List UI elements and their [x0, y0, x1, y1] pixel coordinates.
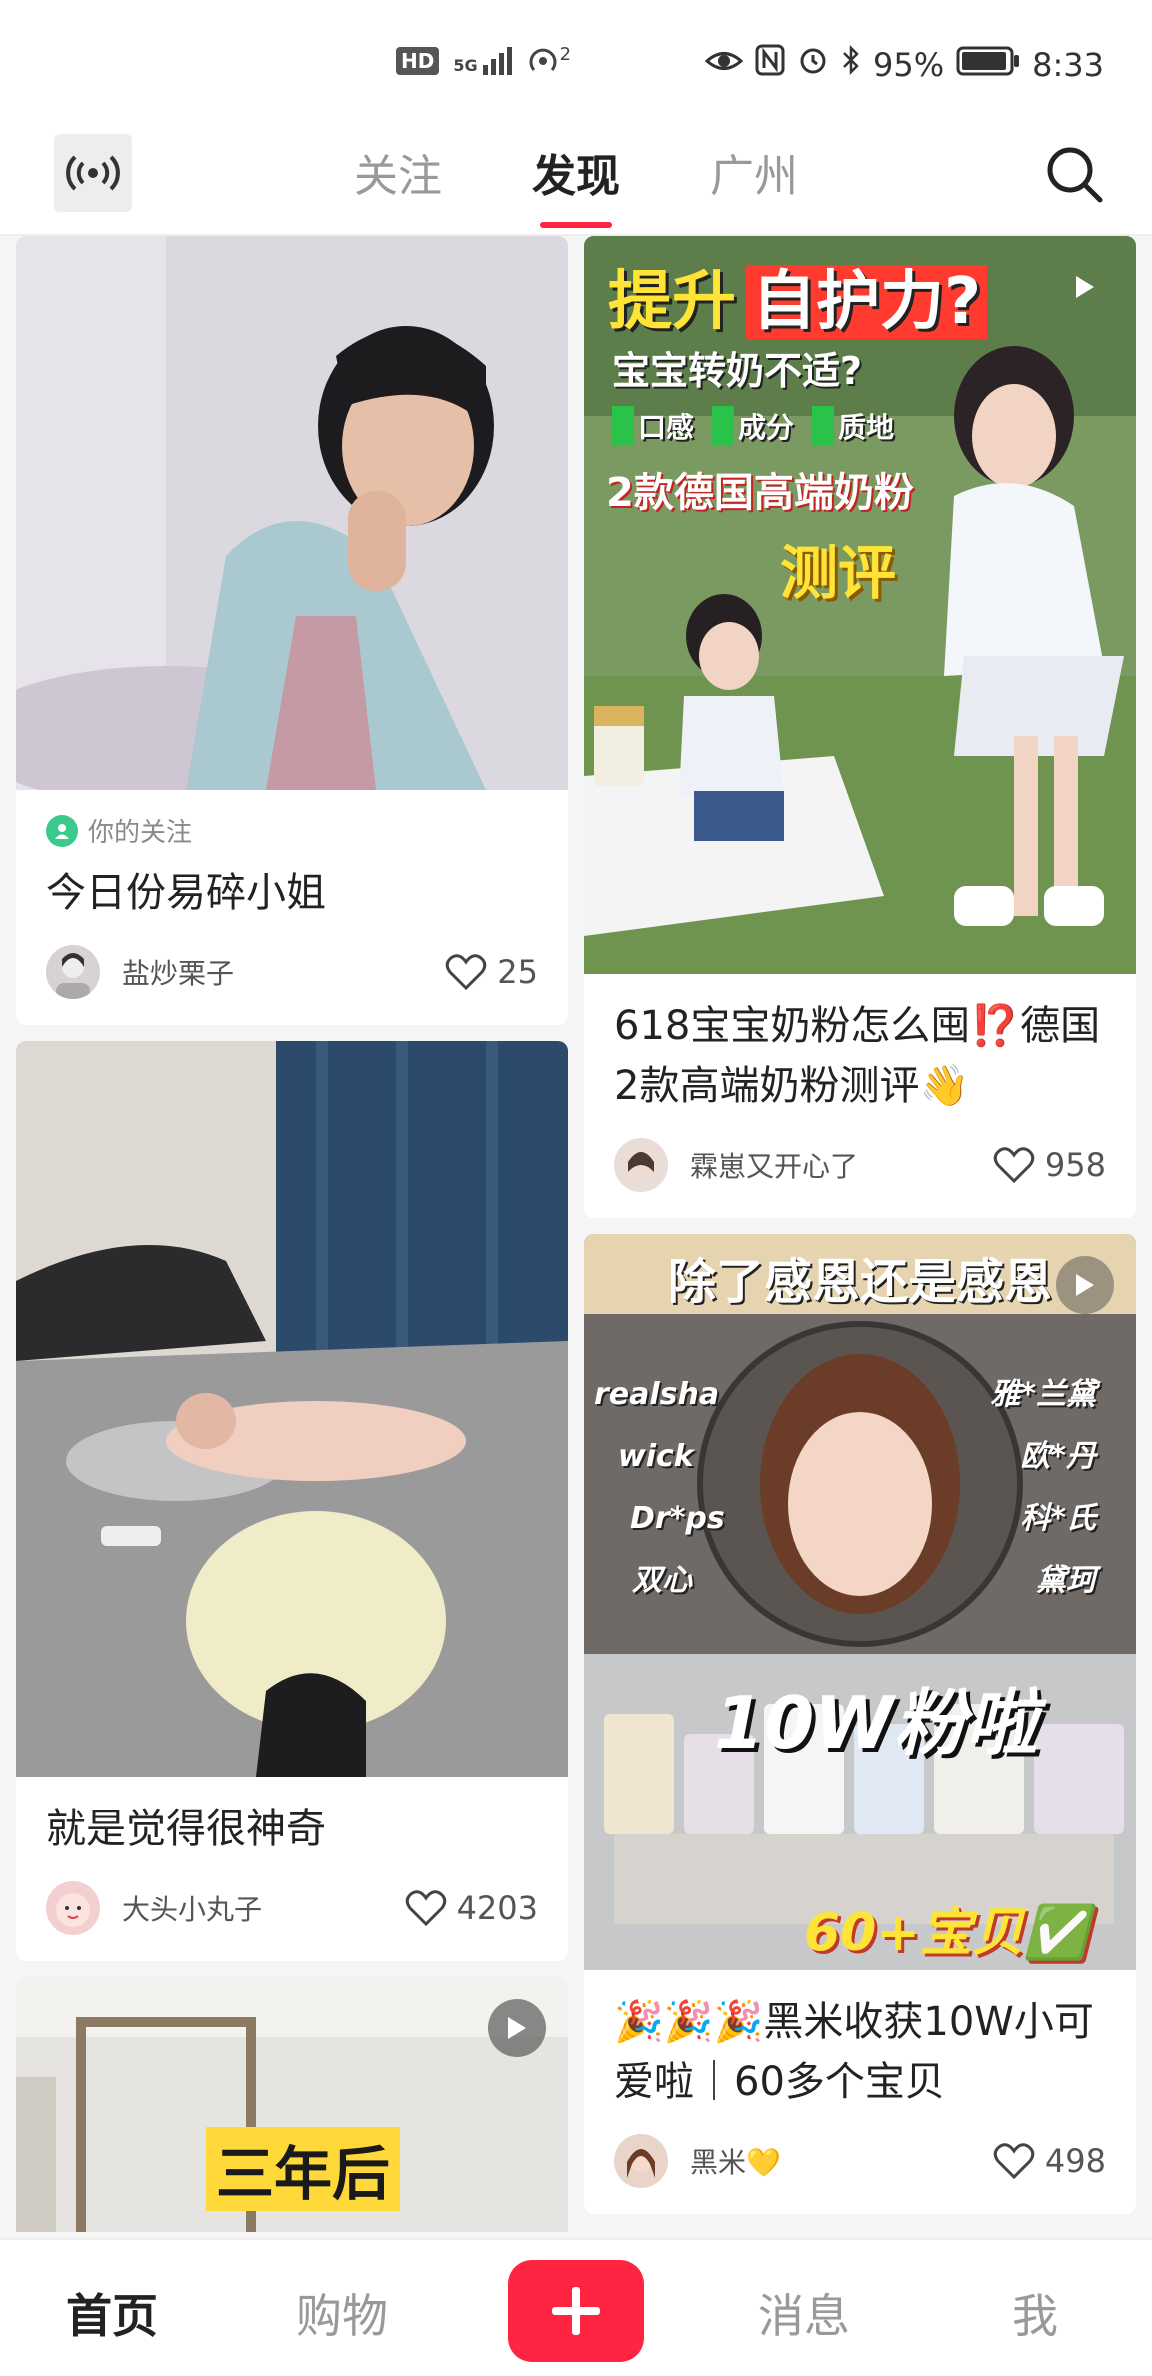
following-tag-label: 你的关注 [88, 818, 193, 848]
nav-home[interactable]: 首页 [66, 2280, 158, 2346]
plus-icon [552, 2287, 600, 2335]
note-meta: 大头小丸子 4203 [46, 1881, 538, 1935]
note-cover-image[interactable]: 除了感恩还是感恩 realsha wick Dr*ps 双心 雅*兰黛 欧*丹 … [584, 1234, 1136, 1970]
search-icon [1047, 147, 1103, 203]
brand-label: 欧*丹 [1020, 1439, 1096, 1474]
cover-subline: 宝宝转奶不适? [612, 349, 863, 393]
like-count: 25 [497, 953, 538, 991]
like-count: 498 [1044, 2142, 1106, 2180]
nfc-icon [755, 44, 785, 85]
cover-footer: 60+宝贝✅ [804, 1903, 1089, 1963]
feed-column-right: 提升 自护力? 宝宝转奶不适? 口感 成分 质地 2款德国高端奶粉 测评 618宝… [584, 236, 1136, 2214]
feed-column-left: 你的关注 今日份易碎小姐 盐炒栗子 25 就是觉得很神奇 大头小丸子 4203 … [16, 236, 568, 2232]
nav-messages[interactable]: 消息 [758, 2280, 850, 2346]
brand-label: 雅*兰黛 [990, 1377, 1096, 1412]
cover-checks: 口感 成分 质地 [612, 406, 894, 446]
avatar[interactable] [46, 945, 100, 999]
eye-icon [704, 45, 744, 85]
author-name[interactable]: 黑米💛 [690, 2141, 993, 2181]
avatar[interactable] [46, 1881, 100, 1935]
like-button[interactable]: 498 [993, 2142, 1106, 2180]
like-button[interactable]: 958 [993, 1146, 1106, 1184]
cover-brands-left: realsha wick Dr*ps 双心 [594, 1364, 725, 1612]
cover-header: 除了感恩还是感恩 [667, 1254, 1052, 1310]
hd-badge: HD [396, 47, 440, 75]
like-count: 4203 [456, 1889, 538, 1927]
brand-label: 黛珂 [1036, 1563, 1096, 1598]
bluetooth-icon [841, 44, 861, 85]
status-left: HD 5G 2 [396, 44, 571, 78]
cover-big-text: 10W粉啦 [714, 1681, 1038, 1765]
brand-label: 科*氏 [1020, 1501, 1096, 1536]
heart-icon [446, 954, 487, 991]
note-title[interactable]: 今日份易碎小姐 [46, 863, 538, 923]
note-cover-image[interactable]: 提升 自护力? 宝宝转奶不适? 口感 成分 质地 2款德国高端奶粉 测评 [584, 236, 1136, 974]
note-cover-image[interactable] [16, 236, 568, 790]
user-icon [46, 814, 78, 847]
cover-line4: 测评 [780, 539, 897, 607]
tab-following[interactable]: 关注 [354, 140, 442, 204]
video-play-icon [1056, 258, 1114, 316]
avatar[interactable] [614, 1138, 668, 1192]
author-name[interactable]: 盐炒栗子 [122, 952, 445, 992]
brand-label: realsha [594, 1377, 720, 1412]
note-cover-image[interactable] [16, 1041, 568, 1777]
author-name[interactable]: 霖崽又开心了 [690, 1145, 993, 1185]
note-card[interactable]: 除了感恩还是感恩 realsha wick Dr*ps 双心 雅*兰黛 欧*丹 … [584, 1234, 1136, 2214]
battery-icon [956, 45, 1020, 85]
cover-brands-right: 雅*兰黛 欧*丹 科*氏 黛珂 [990, 1364, 1096, 1612]
top-nav: 关注 发现 广州 [0, 120, 1152, 236]
brand-label: 双心 [632, 1563, 692, 1598]
tab-bar: 关注 发现 广州 [0, 140, 1152, 228]
nav-me[interactable]: 我 [1012, 2280, 1058, 2346]
heart-icon [993, 1147, 1035, 1184]
like-button[interactable]: 25 [445, 953, 538, 991]
status-right: 95% 8:33 [704, 44, 1104, 85]
cover-line3: 2款德国高端奶粉 [606, 470, 914, 516]
hotspot-icon: 2 [526, 44, 571, 78]
video-play-icon [488, 1999, 546, 2057]
search-button[interactable] [1042, 142, 1108, 208]
note-meta: 黑米💛 498 [614, 2134, 1106, 2188]
signal-icon: 5G [453, 47, 512, 75]
note-meta: 盐炒栗子 25 [46, 945, 538, 999]
note-card[interactable]: 你的关注 今日份易碎小姐 盐炒栗子 25 [16, 236, 568, 1025]
like-button[interactable]: 4203 [405, 1889, 538, 1927]
check-item: 成分 [712, 406, 794, 446]
note-cover-image[interactable]: 三年后 [16, 1977, 568, 2232]
network-type-label: 5G [453, 56, 478, 75]
heart-icon [405, 1890, 446, 1927]
note-title[interactable]: 就是觉得很神奇 [46, 1799, 538, 1859]
note-title[interactable]: 🎉🎉🎉黑米收获10W小可爱啦｜60多个宝贝 [614, 1992, 1106, 2112]
note-card[interactable]: 三年后 [16, 1977, 568, 2232]
clock-time: 8:33 [1032, 45, 1104, 84]
post-button[interactable] [508, 2260, 644, 2362]
note-card[interactable]: 就是觉得很神奇 大头小丸子 4203 [16, 1041, 568, 1961]
following-tag: 你的关注 [46, 812, 538, 849]
note-card[interactable]: 提升 自护力? 宝宝转奶不适? 口感 成分 质地 2款德国高端奶粉 测评 618宝… [584, 236, 1136, 1218]
check-item: 质地 [812, 406, 894, 446]
hotspot-count: 2 [559, 44, 572, 65]
like-count: 958 [1044, 1146, 1106, 1184]
nav-shopping[interactable]: 购物 [296, 2280, 388, 2346]
brand-label: wick [618, 1439, 694, 1474]
heart-icon [993, 2143, 1035, 2180]
status-bar: HD 5G 2 95% 8:33 [0, 0, 1152, 120]
note-title[interactable]: 618宝宝奶粉怎么囤⁉️德国2款高端奶粉测评👋 [614, 996, 1106, 1116]
bottom-nav: 首页 购物 消息 我 [0, 2238, 1152, 2376]
check-item: 口感 [612, 406, 694, 446]
tab-discover[interactable]: 发现 [532, 140, 620, 228]
alarm-icon [797, 44, 829, 85]
author-name[interactable]: 大头小丸子 [122, 1888, 405, 1928]
cover-headline-part2: 自护力? [746, 265, 988, 339]
brand-label: Dr*ps [630, 1501, 725, 1536]
cover-headline: 提升 自护力? [608, 250, 988, 342]
cover-headline-part1: 提升 [608, 265, 736, 339]
tab-local[interactable]: 广州 [710, 140, 798, 204]
feed[interactable]: 你的关注 今日份易碎小姐 盐炒栗子 25 就是觉得很神奇 大头小丸子 4203 … [0, 236, 1152, 2232]
avatar[interactable] [614, 2134, 668, 2188]
note-meta: 霖崽又开心了 958 [614, 1138, 1106, 1192]
cover-overlay-text: 三年后 [206, 2127, 401, 2211]
battery-percent: 95% [873, 45, 945, 84]
